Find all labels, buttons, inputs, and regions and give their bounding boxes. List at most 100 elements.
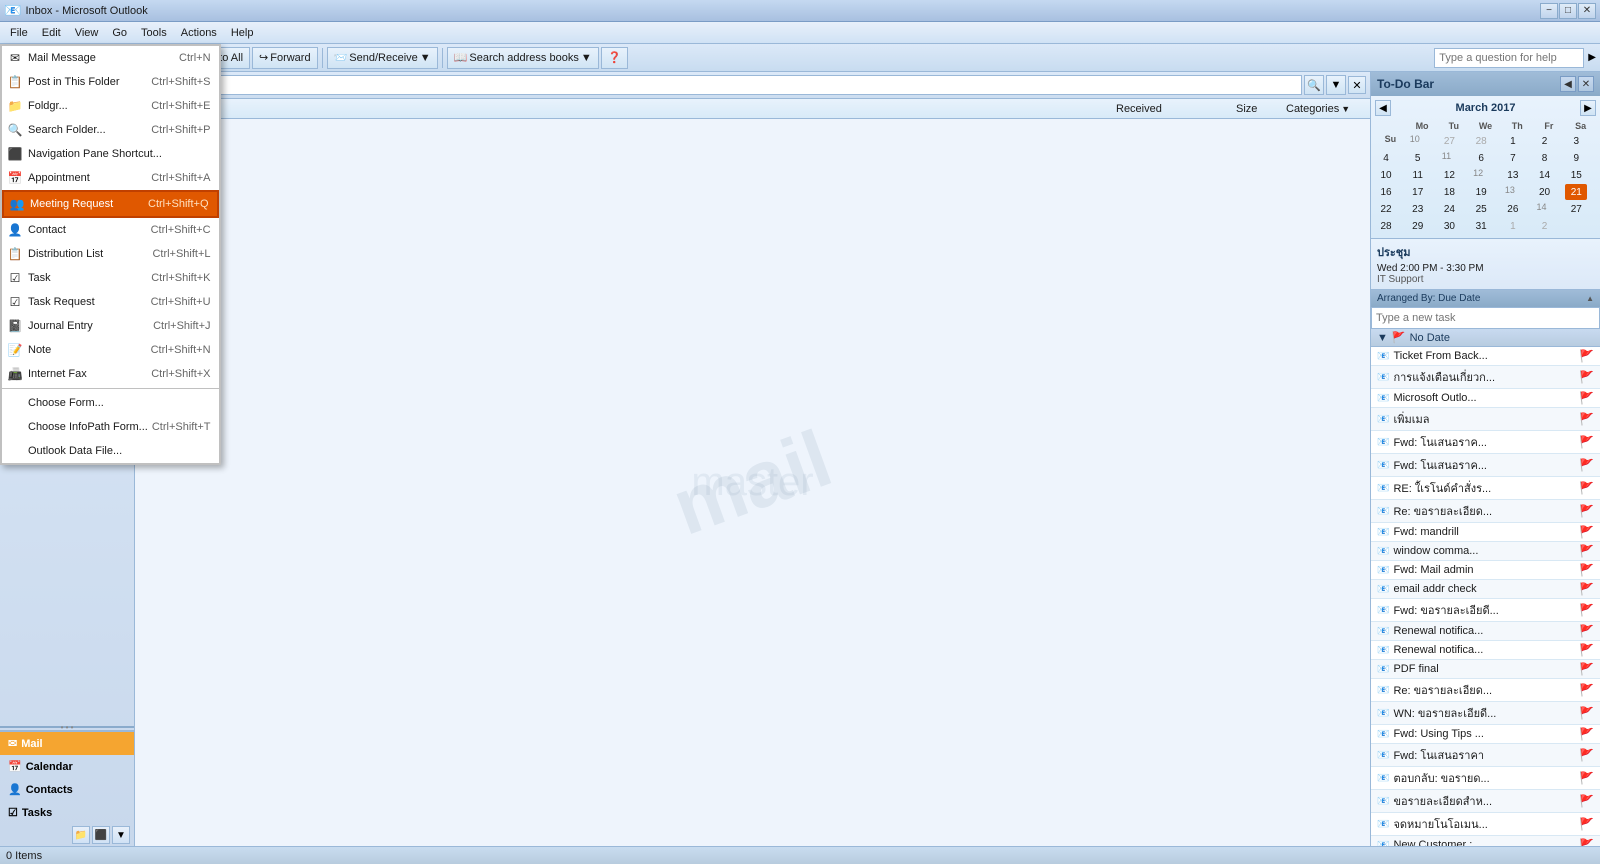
cal-day-19[interactable]: 19 — [1470, 184, 1492, 200]
menu-item-note[interactable]: 📝 Note Ctrl+Shift+N — [2, 338, 219, 362]
send-receive-arrow[interactable]: ▼ — [420, 52, 431, 64]
task-flag-icon[interactable]: 🚩 — [1579, 504, 1594, 518]
task-item[interactable]: 📧 WN: ขอรายละเอียดี... 🚩 — [1371, 702, 1600, 725]
task-item[interactable]: 📧 Fwd: Mail admin 🚩 — [1371, 561, 1600, 580]
arranged-by-scroll-up[interactable]: ▲ — [1586, 294, 1594, 303]
task-item[interactable]: 📧 ขอรายละเอียดสำห... 🚩 — [1371, 790, 1600, 813]
cal-day-7[interactable]: 7 — [1502, 150, 1524, 166]
cal-day-3[interactable]: 3 — [1565, 133, 1587, 149]
cal-day-26[interactable]: 26 — [1502, 201, 1524, 217]
nav-icon-config[interactable]: ▼ — [112, 826, 130, 844]
categories-label[interactable]: Categories — [1286, 103, 1339, 115]
task-item[interactable]: 📧 Fwd: โนเสนอราคา 🚩 — [1371, 744, 1600, 767]
menu-item-distribution-list[interactable]: 📋 Distribution List Ctrl+Shift+L — [2, 242, 219, 266]
menu-item-journal[interactable]: 📓 Journal Entry Ctrl+Shift+J — [2, 314, 219, 338]
close-button[interactable]: ✕ — [1578, 3, 1596, 19]
nav-icon-shortcut[interactable]: ⬛ — [92, 826, 110, 844]
task-flag-icon[interactable]: 🚩 — [1579, 412, 1594, 426]
cal-day-10[interactable]: 10 — [1375, 167, 1397, 183]
cal-day-18[interactable]: 18 — [1438, 184, 1460, 200]
menu-item-nav-pane[interactable]: ⬛ Navigation Pane Shortcut... — [2, 142, 219, 166]
task-flag-icon[interactable]: 🚩 — [1579, 391, 1594, 405]
new-task-input[interactable] — [1371, 307, 1600, 329]
cal-day-24[interactable]: 24 — [1438, 201, 1460, 217]
cal-day-1[interactable]: 1 — [1502, 133, 1524, 149]
menu-item-search-folder[interactable]: 🔍 Search Folder... Ctrl+Shift+P — [2, 118, 219, 142]
cal-day-1-apr[interactable]: 1 — [1502, 218, 1524, 234]
nav-calendar[interactable]: 📅 Calendar — [0, 755, 134, 778]
address-books-arrow[interactable]: ▼ — [581, 52, 592, 64]
task-item[interactable]: 📧 จดหมายโนโอเมน... 🚩 — [1371, 813, 1600, 836]
task-item[interactable]: 📧 Fwd: Using Tips ... 🚩 — [1371, 725, 1600, 744]
menu-item-task-request[interactable]: ☑ Task Request Ctrl+Shift+U — [2, 290, 219, 314]
task-flag-icon[interactable]: 🚩 — [1579, 481, 1594, 495]
help-input[interactable] — [1434, 48, 1584, 68]
cal-day-17[interactable]: 17 — [1407, 184, 1429, 200]
task-flag-icon[interactable]: 🚩 — [1579, 643, 1594, 657]
todo-close-button[interactable]: ✕ — [1578, 76, 1594, 92]
menu-tools[interactable]: Tools — [135, 25, 173, 41]
task-flag-icon[interactable]: 🚩 — [1579, 838, 1594, 846]
cal-day-2-apr[interactable]: 2 — [1534, 218, 1556, 234]
cal-day-15[interactable]: 15 — [1565, 167, 1587, 183]
cal-day-27-feb[interactable]: 27 — [1438, 133, 1460, 149]
cal-prev-button[interactable]: ◀ — [1375, 100, 1391, 116]
cal-day-27[interactable]: 27 — [1565, 201, 1587, 217]
menu-actions[interactable]: Actions — [175, 25, 223, 41]
send-receive-button[interactable]: 📨 Send/Receive ▼ — [327, 47, 438, 69]
task-flag-icon[interactable]: 🚩 — [1579, 817, 1594, 831]
cal-day-12[interactable]: 12 — [1438, 167, 1460, 183]
cal-day-6[interactable]: 6 — [1470, 150, 1492, 166]
task-item[interactable]: 📧 Fwd: mandrill 🚩 — [1371, 523, 1600, 542]
task-item[interactable]: 📧 email addr check 🚩 — [1371, 580, 1600, 599]
col-size[interactable]: Size — [1236, 103, 1286, 115]
cal-day-8[interactable]: 8 — [1534, 150, 1556, 166]
task-flag-icon[interactable]: 🚩 — [1579, 683, 1594, 697]
menu-help[interactable]: Help — [225, 25, 260, 41]
task-flag-icon[interactable]: 🚩 — [1579, 349, 1594, 363]
cal-day-5[interactable]: 5 — [1407, 150, 1429, 166]
search-button[interactable]: 🔍 — [1304, 75, 1324, 95]
task-item[interactable]: 📧 Re: ขอรายละเอียด... 🚩 — [1371, 679, 1600, 702]
task-item[interactable]: 📧 window comma... 🚩 — [1371, 542, 1600, 561]
task-flag-icon[interactable]: 🚩 — [1579, 662, 1594, 676]
task-flag-icon[interactable]: 🚩 — [1579, 794, 1594, 808]
task-item[interactable]: 📧 ตอบกลับ: ขอรายด... 🚩 — [1371, 767, 1600, 790]
forward-button[interactable]: ↪ Forward — [252, 47, 318, 69]
search-dropdown[interactable]: ▼ — [1326, 75, 1346, 95]
cal-day-25[interactable]: 25 — [1470, 201, 1492, 217]
menu-view[interactable]: View — [69, 25, 105, 41]
task-item[interactable]: 📧 Ticket From Back... 🚩 — [1371, 347, 1600, 366]
task-flag-icon[interactable]: 🚩 — [1579, 525, 1594, 539]
cal-day-13[interactable]: 13 — [1502, 167, 1524, 183]
nav-contacts[interactable]: 👤 Contacts — [0, 778, 134, 801]
categories-filter-icon[interactable]: ▼ — [1341, 104, 1350, 114]
no-date-expand-icon[interactable]: ▼ — [1377, 332, 1388, 344]
task-item[interactable]: 📧 RE: ใ้เรโนด์คำสั่งร... 🚩 — [1371, 477, 1600, 500]
col-subject[interactable]: Subject — [139, 103, 1116, 115]
task-flag-icon[interactable]: 🚩 — [1579, 458, 1594, 472]
cal-day-11[interactable]: 11 — [1407, 167, 1429, 183]
task-flag-icon[interactable]: 🚩 — [1579, 706, 1594, 720]
help-icon-button[interactable]: ❓ — [601, 47, 629, 69]
task-item[interactable]: 📧 Renewal notifica... 🚩 — [1371, 622, 1600, 641]
cal-day-28-feb[interactable]: 28 — [1470, 133, 1492, 149]
menu-edit[interactable]: Edit — [36, 25, 67, 41]
todo-collapse-button[interactable]: ◀ — [1560, 76, 1576, 92]
task-flag-icon[interactable]: 🚩 — [1579, 727, 1594, 741]
cal-day-16[interactable]: 16 — [1375, 184, 1397, 200]
cal-day-30[interactable]: 30 — [1438, 218, 1460, 234]
minimize-button[interactable]: − — [1540, 3, 1558, 19]
cal-day-29[interactable]: 29 — [1407, 218, 1429, 234]
menu-item-mail-message[interactable]: ✉ Mail Message Ctrl+N — [2, 46, 219, 70]
nav-mail[interactable]: ✉ Mail — [0, 732, 134, 755]
cal-day-4[interactable]: 4 — [1375, 150, 1397, 166]
help-go-icon[interactable]: ▶ — [1588, 52, 1596, 63]
menu-item-post[interactable]: 📋 Post in This Folder Ctrl+Shift+S — [2, 70, 219, 94]
col-received[interactable]: Received — [1116, 103, 1236, 115]
task-item[interactable]: 📧 Renewal notifica... 🚩 — [1371, 641, 1600, 660]
cal-day-21[interactable]: 21 — [1565, 184, 1587, 200]
cal-day-23[interactable]: 23 — [1407, 201, 1429, 217]
task-flag-icon[interactable]: 🚩 — [1579, 748, 1594, 762]
task-item[interactable]: 📧 เพิ่มเมล 🚩 — [1371, 408, 1600, 431]
